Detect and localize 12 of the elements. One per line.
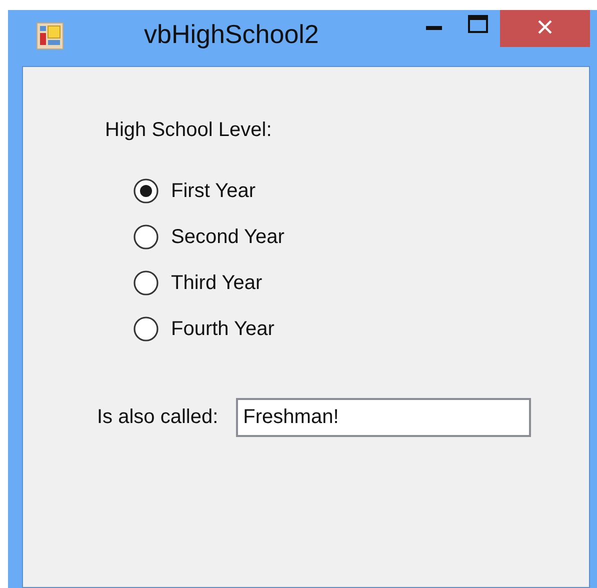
minimize-icon	[426, 26, 442, 30]
window-title: vbHighSchool2	[144, 19, 319, 50]
maximize-icon	[468, 15, 488, 33]
radio-option[interactable]: Second Year	[133, 224, 284, 250]
text-field[interactable]: Freshman!	[236, 398, 532, 437]
close-icon	[537, 18, 553, 34]
app-icon	[36, 22, 64, 50]
group-label: High School Level:	[105, 119, 273, 142]
field-label: Is also called:	[97, 406, 218, 429]
radio-option[interactable]: Third Year	[133, 270, 262, 296]
radio-option[interactable]: Fourth Year	[133, 316, 274, 342]
radio-option[interactable]: First Year	[133, 178, 256, 204]
